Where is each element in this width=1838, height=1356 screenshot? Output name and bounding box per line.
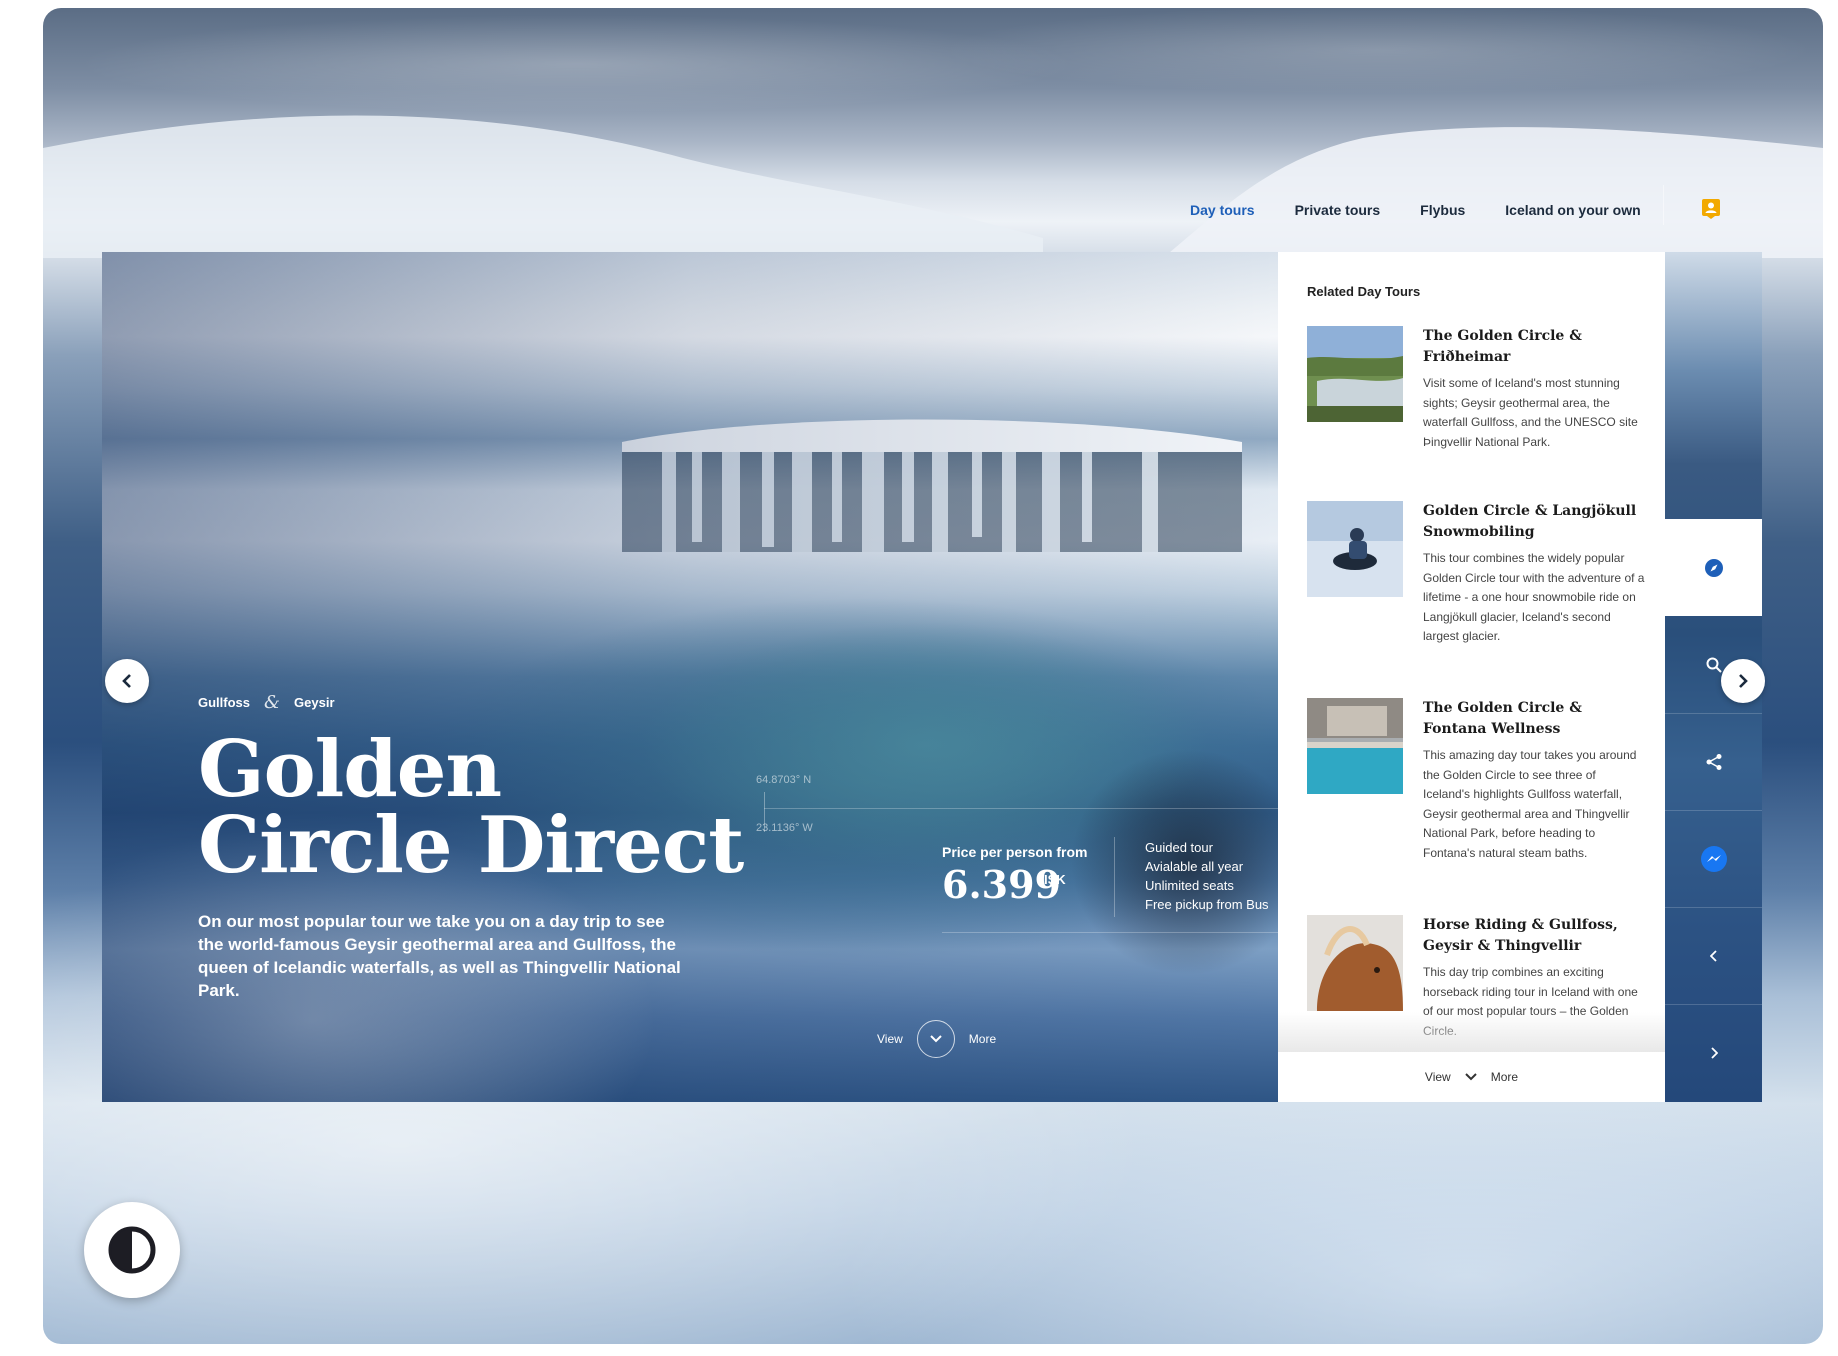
tour-thumbnail — [1307, 915, 1403, 1011]
prev-slide-button[interactable] — [1665, 907, 1762, 1004]
carousel-next-button[interactable] — [1721, 659, 1765, 703]
user-badge-icon[interactable] — [1702, 199, 1720, 219]
share-icon — [1706, 753, 1721, 770]
view-more-button[interactable] — [916, 1020, 955, 1058]
chevron-down-icon — [930, 1035, 942, 1043]
tour-thumbnail — [1307, 501, 1403, 597]
related-tours-panel: Related Day Tours The Golden Circle & Fr… — [1278, 252, 1665, 1102]
subtitle-location-2: Geysir — [294, 695, 335, 710]
tour-title[interactable]: The Golden Circle & Fontana Wellness — [1423, 698, 1643, 740]
chevron-left-icon — [1709, 949, 1717, 962]
view-label[interactable]: View — [1425, 1070, 1451, 1084]
chevron-right-icon — [1710, 1046, 1718, 1059]
view-label[interactable]: View — [877, 1032, 903, 1046]
related-tour-card[interactable]: Golden Circle & Langjökull Snowmobiling … — [1307, 501, 1647, 671]
tour-thumbnail — [1307, 698, 1403, 794]
feature-item: Guided tour — [1145, 840, 1213, 855]
related-view-more: View More — [1278, 1052, 1665, 1102]
background-mountains — [43, 115, 1823, 258]
coordinate-line — [764, 808, 1278, 809]
related-tours-heading: Related Day Tours — [1307, 284, 1421, 299]
hero-card: Gullfoss & Geysir Golden Circle Direct O… — [102, 252, 1278, 1102]
subtitle-ampersand: & — [264, 692, 281, 713]
hero-view-more: View More — [877, 1020, 996, 1058]
carousel-prev-button[interactable] — [105, 659, 149, 703]
hero-subtitle: Gullfoss & Geysir — [198, 692, 335, 713]
chevron-down-icon[interactable] — [1465, 1073, 1477, 1081]
chevron-right-icon — [1739, 674, 1748, 688]
related-tour-card[interactable]: The Golden Circle & Fontana Wellness Thi… — [1307, 698, 1647, 888]
next-slide-button[interactable] — [1665, 1004, 1762, 1101]
more-label[interactable]: More — [1491, 1070, 1518, 1084]
nav-private-tours[interactable]: Private tours — [1295, 202, 1381, 218]
related-tour-card[interactable]: The Golden Circle & Friðheimar Visit som… — [1307, 326, 1647, 466]
nav-iceland-on-your-own[interactable]: Iceland on your own — [1505, 202, 1640, 218]
share-button[interactable] — [1665, 713, 1762, 810]
contrast-toggle-icon — [108, 1226, 156, 1274]
tour-title[interactable]: Golden Circle & Langjökull Snowmobiling — [1423, 501, 1643, 543]
feature-item: Unlimited seats — [1145, 878, 1234, 893]
nav-flybus[interactable]: Flybus — [1420, 202, 1465, 218]
nav-day-tours[interactable]: Day tours — [1190, 202, 1255, 218]
search-icon — [1706, 657, 1722, 673]
tour-description: Visit some of Iceland's most stunning si… — [1423, 376, 1638, 449]
more-label[interactable]: More — [969, 1032, 996, 1046]
feature-item: Avialable all year — [1145, 859, 1244, 874]
price-label: Price per person from — [942, 844, 1088, 860]
tour-title[interactable]: Horse Riding & Gullfoss, Geysir & Thingv… — [1423, 915, 1643, 957]
messenger-icon — [1700, 845, 1727, 872]
tour-description: This tour combines the widely popular Go… — [1423, 551, 1645, 643]
contrast-toggle-button[interactable] — [84, 1202, 180, 1298]
subtitle-location-1: Gullfoss — [198, 695, 251, 710]
price-currency: ISK — [1044, 872, 1066, 887]
tour-thumbnail — [1307, 326, 1403, 422]
feature-item: Free pickup from Bus — [1145, 897, 1269, 912]
tour-features: Guided tour Avialable all year Unlimited… — [1145, 838, 1269, 914]
price-divider — [1114, 837, 1115, 917]
compass-icon — [1704, 558, 1723, 577]
price-underline — [942, 932, 1278, 933]
nav-divider — [1663, 185, 1664, 225]
tour-description: This amazing day tour takes you around t… — [1423, 748, 1637, 860]
tour-title[interactable]: The Golden Circle & Friðheimar — [1423, 326, 1643, 368]
messenger-button[interactable] — [1665, 810, 1762, 907]
compass-button[interactable] — [1665, 519, 1762, 616]
chevron-left-icon — [122, 674, 131, 688]
hero-title: Golden Circle Direct — [198, 724, 744, 891]
hero-description: On our most popular tour we take you on … — [198, 912, 681, 1000]
